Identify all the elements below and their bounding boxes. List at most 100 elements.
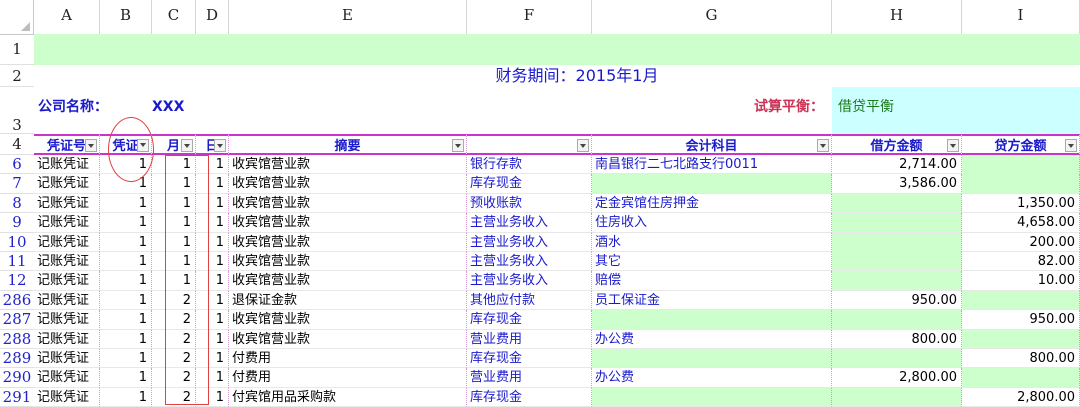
cell-debit[interactable]: 2,714.00 (832, 155, 962, 175)
column-header-c[interactable]: C (152, 0, 196, 34)
cell-type[interactable]: 记账凭证 (34, 349, 100, 369)
cell-debit[interactable]: 3,586.00 (832, 174, 962, 194)
cell-acct2[interactable]: 办公费 (592, 329, 832, 349)
cell-debit[interactable] (832, 349, 962, 369)
column-header-e[interactable]: E (229, 0, 467, 34)
column-header-i[interactable]: I (962, 0, 1080, 34)
cell-acct2[interactable] (592, 349, 832, 369)
cell-debit[interactable] (832, 213, 962, 233)
cell-acct1[interactable]: 营业费用 (467, 368, 592, 388)
cell-num[interactable]: 1 (100, 290, 152, 311)
cell-credit[interactable] (962, 329, 1080, 349)
cell-acct1[interactable]: 预收账款 (467, 193, 592, 214)
cell-num[interactable]: 1 (100, 252, 152, 272)
cell-type[interactable]: 记账凭证 (34, 213, 100, 233)
cell-credit[interactable]: 4,658.00 (962, 213, 1080, 233)
cell-num[interactable]: 1 (100, 213, 152, 233)
cell-type[interactable]: 记账凭证 (34, 252, 100, 272)
cell-summary[interactable]: 收宾馆营业款 (229, 193, 467, 214)
cell-credit[interactable] (962, 290, 1080, 311)
cell-summary[interactable]: 收宾馆营业款 (229, 271, 467, 291)
row-header[interactable]: 4 (0, 134, 34, 155)
cell-acct1[interactable]: 库存现金 (467, 174, 592, 194)
cell-type[interactable]: 记账凭证 (34, 193, 100, 214)
cell-summary[interactable]: 付费用 (229, 368, 467, 388)
cell-type[interactable]: 记账凭证 (34, 368, 100, 388)
header-e[interactable]: 摘要 (229, 134, 467, 155)
header-c[interactable]: 月 (152, 134, 196, 155)
cell-num[interactable]: 1 (100, 310, 152, 330)
cell-acct2[interactable]: 住房收入 (592, 213, 832, 233)
cell-credit[interactable]: 82.00 (962, 252, 1080, 272)
filter-dropdown-icon[interactable] (85, 139, 97, 152)
filter-dropdown-icon[interactable] (214, 139, 226, 152)
cell-acct1[interactable]: 库存现金 (467, 387, 592, 407)
cell-acct2[interactable]: 赔偿 (592, 271, 832, 291)
header-i[interactable]: 贷方金额 (962, 134, 1080, 155)
header-a[interactable]: 凭证号 (34, 134, 100, 155)
cell-credit[interactable]: 950.00 (962, 310, 1080, 330)
cell-num[interactable]: 1 (100, 368, 152, 388)
cell-acct1[interactable]: 主营业务收入 (467, 213, 592, 233)
cell-num[interactable]: 1 (100, 349, 152, 369)
cell-summary[interactable]: 付费用 (229, 349, 467, 369)
cell-acct2[interactable]: 其它 (592, 252, 832, 272)
cell-acct2[interactable] (592, 310, 832, 330)
cell-debit[interactable] (832, 252, 962, 272)
cell-acct2[interactable]: 定金宾馆住房押金 (592, 193, 832, 214)
column-header-h[interactable]: H (832, 0, 962, 34)
cell-summary[interactable]: 收宾馆营业款 (229, 232, 467, 252)
cell-acct2[interactable] (592, 174, 832, 194)
header-d[interactable]: 日 (196, 134, 229, 155)
cell-acct2[interactable]: 员工保证金 (592, 290, 832, 311)
cell-credit[interactable] (962, 368, 1080, 388)
row-header[interactable]: 12 (0, 271, 34, 291)
row-header[interactable]: 8 (0, 194, 34, 214)
filter-dropdown-icon[interactable] (1065, 139, 1077, 152)
cell-summary[interactable]: 付宾馆用品采购款 (229, 387, 467, 407)
column-header-a[interactable]: A (34, 0, 100, 34)
cell-debit[interactable]: 2,800.00 (832, 368, 962, 388)
cell-acct1[interactable]: 库存现金 (467, 349, 592, 369)
cell-type[interactable]: 记账凭证 (34, 290, 100, 311)
cell-num[interactable]: 1 (100, 232, 152, 252)
header-h[interactable]: 借方金额 (832, 134, 962, 155)
column-header-b[interactable]: B (100, 0, 152, 34)
row-header[interactable]: 286 (0, 291, 34, 311)
cell-summary[interactable]: 退保证金款 (229, 290, 467, 311)
cell-acct1[interactable]: 主营业务收入 (467, 252, 592, 272)
cell-acct2[interactable]: 南昌银行二七北路支行0011 (592, 155, 832, 175)
cell-debit[interactable] (832, 193, 962, 214)
cell-summary[interactable]: 收宾馆营业款 (229, 329, 467, 349)
cell-type[interactable]: 记账凭证 (34, 310, 100, 330)
cell-credit[interactable]: 800.00 (962, 349, 1080, 369)
row-header[interactable]: 1 (0, 34, 34, 65)
cell-summary[interactable]: 收宾馆营业款 (229, 174, 467, 194)
cell-num[interactable]: 1 (100, 387, 152, 407)
cell-credit[interactable] (962, 174, 1080, 194)
row-header[interactable]: 6 (0, 155, 34, 175)
cell-num[interactable]: 1 (100, 271, 152, 291)
cell-acct1[interactable]: 其他应付款 (467, 290, 592, 311)
column-header-f[interactable]: F (467, 0, 592, 34)
cell-type[interactable]: 记账凭证 (34, 329, 100, 349)
filter-dropdown-icon[interactable] (181, 139, 193, 152)
cell-type[interactable]: 记账凭证 (34, 232, 100, 252)
cell-debit[interactable] (832, 387, 962, 407)
cell-debit[interactable] (832, 232, 962, 252)
cell-credit[interactable]: 2,800.00 (962, 387, 1080, 407)
cell-num[interactable]: 1 (100, 193, 152, 214)
header-g[interactable]: 会计科目 (592, 134, 832, 155)
column-header-g[interactable]: G (592, 0, 832, 34)
filter-dropdown-icon[interactable] (577, 139, 589, 152)
cell-acct1[interactable]: 库存现金 (467, 310, 592, 330)
cell-type[interactable]: 记账凭证 (34, 387, 100, 407)
filter-dropdown-icon[interactable] (817, 139, 829, 152)
cell-credit[interactable] (962, 155, 1080, 175)
cell-acct1[interactable]: 主营业务收入 (467, 232, 592, 252)
cell-acct2[interactable]: 酒水 (592, 232, 832, 252)
cell-summary[interactable]: 收宾馆营业款 (229, 310, 467, 330)
row-header[interactable]: 7 (0, 174, 34, 194)
cell-debit[interactable]: 800.00 (832, 329, 962, 349)
cell-acct1[interactable]: 营业费用 (467, 329, 592, 349)
